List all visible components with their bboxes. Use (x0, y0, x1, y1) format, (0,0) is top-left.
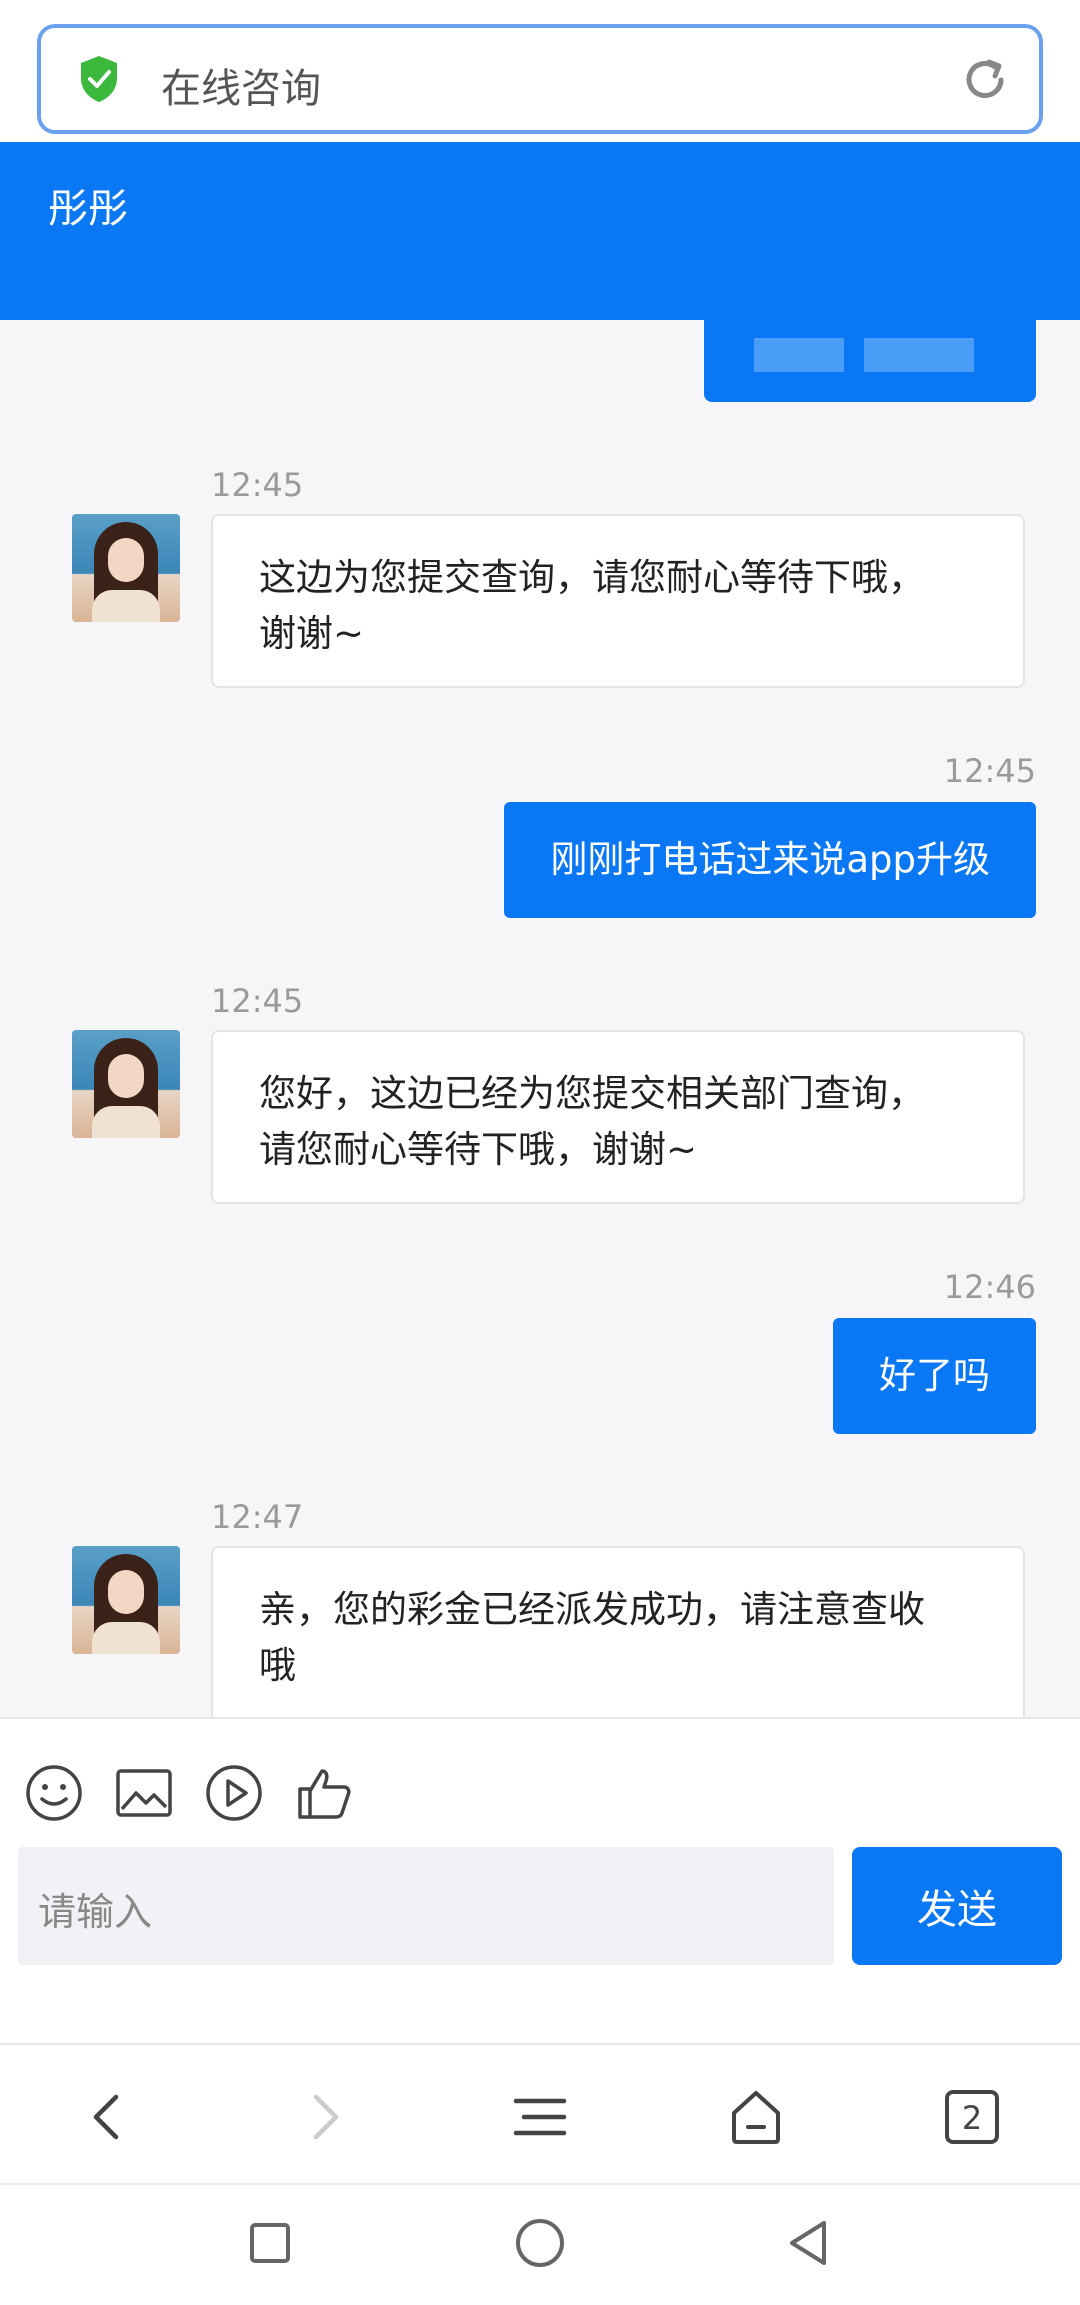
input-placeholder: 请输入 (38, 1890, 153, 1934)
home-icon[interactable] (726, 2087, 786, 2147)
browser-nav-bar: 2 (0, 2043, 1080, 2183)
recent-apps-icon[interactable] (242, 2215, 298, 2271)
tabs-icon[interactable]: 2 (942, 2087, 1002, 2147)
composer: 请输入 发送 (0, 1717, 1080, 2043)
avatar[interactable] (72, 1546, 180, 1654)
blur-block (754, 338, 844, 372)
back-icon[interactable] (78, 2087, 138, 2147)
chat-messages[interactable]: 12:45 这边为您提交查询，请您耐心等待下哦， 谢谢~ 12:45 刚刚打电话… (0, 320, 1080, 1717)
address-bar-area: 在线咨询 (0, 0, 1080, 142)
emoji-icon[interactable] (24, 1763, 84, 1823)
message-bubble-incoming: 这边为您提交查询，请您耐心等待下哦， 谢谢~ (211, 514, 1025, 688)
chat-header: 彤彤 (0, 142, 1080, 320)
message-time: 12:45 (943, 752, 1036, 790)
agent-name: 彤彤 (48, 186, 128, 232)
avatar[interactable] (72, 1030, 180, 1138)
message-time: 12:46 (943, 1268, 1036, 1306)
page-title: 在线咨询 (161, 66, 321, 112)
shield-check-icon (81, 56, 117, 102)
message-line: 请您耐心等待下哦，谢谢~ (259, 1128, 698, 1171)
address-bar[interactable]: 在线咨询 (37, 24, 1043, 134)
message-bubble-outgoing: 刚刚打电话过来说app升级 (504, 802, 1036, 918)
thumbs-up-icon[interactable] (294, 1763, 354, 1823)
menu-icon[interactable] (510, 2087, 570, 2147)
message-input[interactable]: 请输入 (18, 1847, 834, 1965)
system-nav-bar (0, 2183, 1080, 2305)
message-time: 12:45 (211, 982, 304, 1020)
avatar[interactable] (72, 514, 180, 622)
message-time: 12:47 (211, 1498, 304, 1536)
message-bubble-incoming: 您好，这边已经为您提交相关部门查询， 请您耐心等待下哦，谢谢~ (211, 1030, 1025, 1204)
blur-block (864, 338, 974, 372)
message-time: 12:45 (211, 466, 304, 504)
image-icon[interactable] (114, 1763, 174, 1823)
message-line: 您好，这边已经为您提交相关部门查询， (259, 1072, 925, 1115)
message-bubble-incoming: 亲，您的彩金已经派发成功，请注意查收 哦 (211, 1546, 1025, 1717)
message-bubble-outgoing: 好了吗 (833, 1318, 1036, 1434)
blurred-message-bubble (704, 320, 1036, 402)
message-line: 哦 (259, 1644, 296, 1687)
reload-icon[interactable] (959, 54, 1011, 106)
send-button[interactable]: 发送 (852, 1847, 1062, 1965)
message-line: 亲，您的彩金已经派发成功，请注意查收 (259, 1588, 925, 1631)
back-triangle-icon[interactable] (782, 2215, 838, 2271)
message-line: 谢谢~ (259, 612, 365, 655)
tab-count: 2 (962, 2099, 982, 2137)
forward-icon[interactable] (294, 2087, 354, 2147)
message-line: 这边为您提交查询，请您耐心等待下哦， (259, 556, 925, 599)
video-icon[interactable] (204, 1763, 264, 1823)
home-circle-icon[interactable] (512, 2215, 568, 2271)
